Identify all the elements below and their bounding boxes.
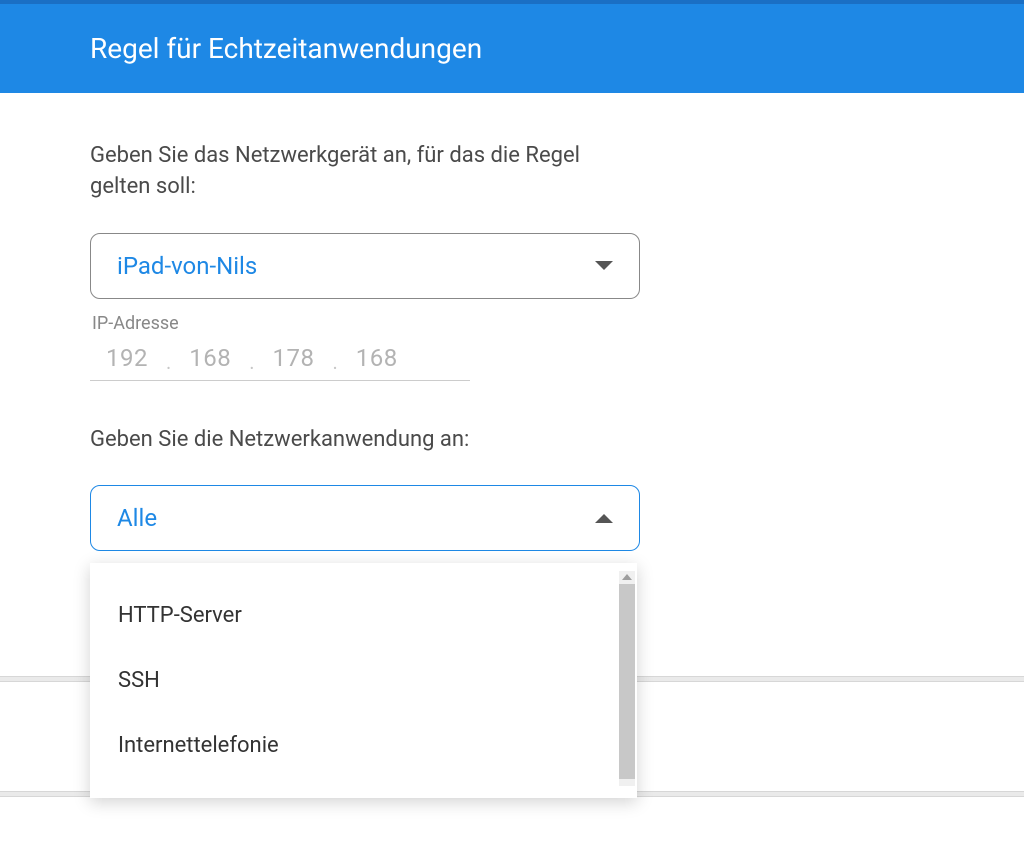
scrollbar-up-arrow-icon <box>622 574 632 580</box>
application-select-value: Alle <box>117 504 157 532</box>
ip-address-field[interactable]: 192 . 168 . 178 . 168 <box>90 342 470 381</box>
dropdown-scrollbar[interactable] <box>619 571 635 786</box>
application-option-internettelefonie[interactable]: Internettelefonie <box>90 713 637 778</box>
application-dropdown-list: HTTP-Server SSH Internettelefonie <box>90 563 637 798</box>
ip-address-label: IP-Adresse <box>92 313 700 334</box>
dialog-title: Regel für Echtzeitanwendungen <box>90 32 482 65</box>
device-select-value: iPad-von-Nils <box>117 252 257 280</box>
application-instruction: Geben Sie die Netzwerkanwendung an: <box>90 425 610 456</box>
ip-octet-4: 168 <box>356 344 398 372</box>
dialog-content: Geben Sie das Netzwerkgerät an, für das … <box>0 93 700 551</box>
device-select[interactable]: iPad-von-Nils <box>90 233 640 299</box>
ip-octet-1: 192 <box>106 344 148 372</box>
scrollbar-thumb[interactable] <box>619 584 635 779</box>
chevron-down-icon <box>595 261 613 270</box>
ip-separator: . <box>320 350 349 374</box>
chevron-up-icon <box>595 514 613 523</box>
ip-separator: . <box>237 350 266 374</box>
ip-separator: . <box>154 350 183 374</box>
application-option-ssh[interactable]: SSH <box>90 648 637 713</box>
device-instruction: Geben Sie das Netzwerkgerät an, für das … <box>90 141 610 203</box>
dialog-header: Regel für Echtzeitanwendungen <box>0 4 1024 93</box>
ip-octet-2: 168 <box>189 344 231 372</box>
application-option-http-server[interactable]: HTTP-Server <box>90 583 637 648</box>
ip-octet-3: 178 <box>273 344 315 372</box>
application-select[interactable]: Alle <box>90 485 640 551</box>
